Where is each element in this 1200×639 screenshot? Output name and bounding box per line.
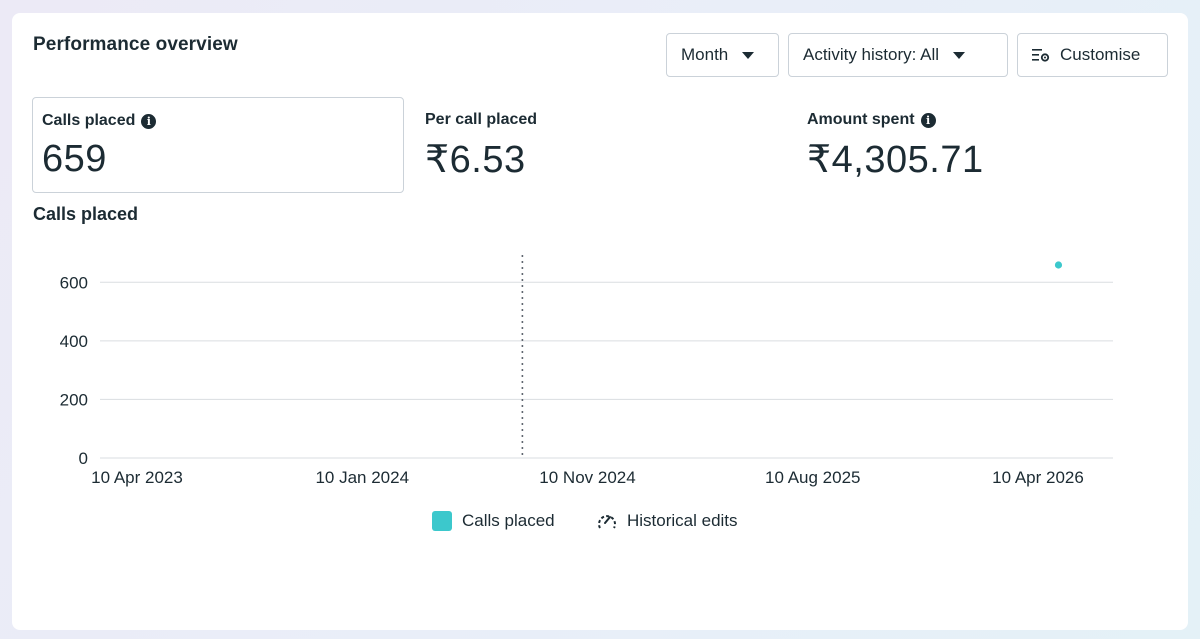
calls-placed-chart: 0 200 400 600 10 Apr 2023 10 Jan 2024 10 Nov 2… <box>60 255 1113 487</box>
x-tick-label: 10 Apr 2026 <box>992 468 1084 487</box>
legend-item-calls-placed[interactable]: Calls placed <box>432 511 555 531</box>
legend-label: Calls placed <box>462 511 555 530</box>
historical-edits-icon <box>598 515 616 529</box>
legend-swatch <box>432 511 452 531</box>
y-tick-label: 400 <box>60 332 88 351</box>
y-tick-label: 0 <box>79 449 88 468</box>
y-tick-label: 600 <box>60 273 88 292</box>
legend-label: Historical edits <box>627 511 738 530</box>
legend-item-historical-edits[interactable]: Historical edits <box>596 511 738 531</box>
x-tick-label: 10 Nov 2024 <box>539 468 635 487</box>
x-tick-label: 10 Apr 2023 <box>91 468 183 487</box>
x-tick-label: 10 Jan 2024 <box>315 468 409 487</box>
y-tick-label: 200 <box>60 390 88 409</box>
data-point <box>1054 261 1063 269</box>
x-tick-label: 10 Aug 2025 <box>765 468 860 487</box>
performance-card: Performance overview Month Activity hist… <box>12 13 1188 630</box>
